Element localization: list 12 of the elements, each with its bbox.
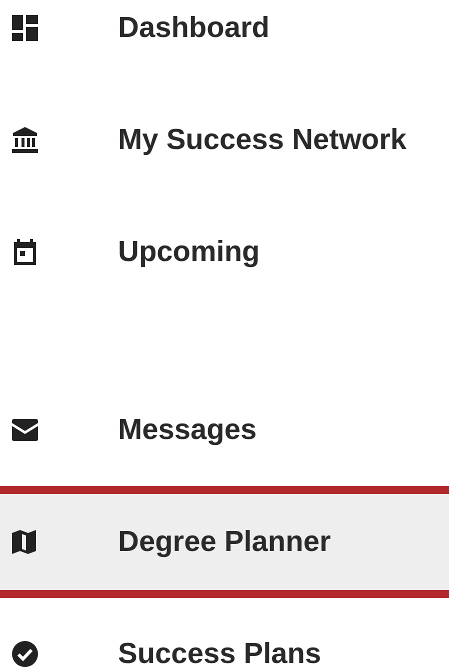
nav-item[interactable]: Degree Planner	[0, 486, 449, 598]
mail-icon	[12, 419, 38, 441]
nav-item[interactable]: My Success Network	[0, 84, 449, 196]
check-circle-icon	[12, 641, 38, 667]
bank-icon	[12, 127, 38, 153]
dashboard-icon	[12, 15, 38, 41]
calendar-icon	[12, 239, 38, 265]
nav-item[interactable]: Upcoming	[0, 196, 449, 308]
nav-item[interactable]: Dashboard	[0, 0, 449, 84]
nav-item[interactable]: Success Plans	[0, 598, 449, 671]
nav-item[interactable]: Messages	[0, 374, 449, 486]
map-icon	[12, 530, 36, 554]
